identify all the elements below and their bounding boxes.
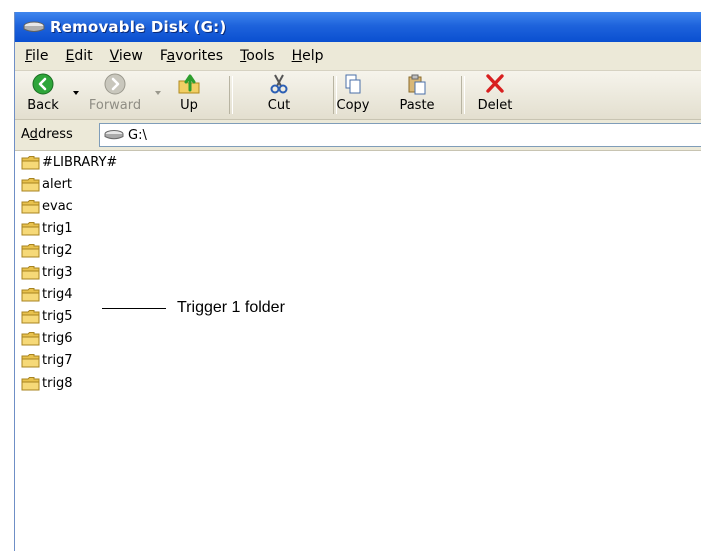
folder-name: alert: [42, 176, 73, 192]
copy-label: Copy: [336, 98, 370, 113]
folder-name: trig8: [42, 375, 73, 391]
back-button[interactable]: Back: [21, 73, 65, 117]
toolbar: Back Forward Up Cut Copy Paste Delet: [15, 71, 701, 120]
cut-button[interactable]: Cut: [257, 73, 301, 117]
menu-file[interactable]: File: [25, 48, 48, 64]
back-dropdown-icon[interactable]: [73, 91, 79, 95]
up-button[interactable]: Up: [167, 73, 211, 117]
folder-name: #LIBRARY#: [42, 154, 118, 170]
folder-name: evac: [42, 198, 73, 214]
back-arrow-icon: [32, 73, 54, 95]
menu-help[interactable]: Help: [292, 48, 324, 64]
up-folder-icon: [178, 74, 200, 94]
folder-name: trig6: [42, 331, 73, 347]
folder-icon: [21, 177, 40, 192]
forward-dropdown-icon[interactable]: [155, 91, 161, 95]
forward-arrow-icon: [104, 73, 126, 95]
folder-icon: [21, 155, 40, 169]
folder-item[interactable]: trig2: [21, 241, 73, 259]
paste-label: Paste: [399, 98, 435, 113]
menu-favorites[interactable]: Favorites: [160, 48, 223, 64]
copy-icon: [345, 74, 361, 94]
folder-item[interactable]: trig8: [21, 374, 73, 392]
scissors-icon: [270, 74, 288, 94]
removable-disk-icon: [104, 130, 124, 140]
annotation-text: Trigger 1 folder: [177, 299, 285, 316]
address-value: G:\: [128, 127, 147, 143]
folder-icon: [21, 221, 40, 236]
cut-label: Cut: [267, 98, 291, 113]
removable-disk-icon: [23, 21, 45, 32]
delete-label: Delet: [477, 98, 513, 113]
folder-icon: [21, 199, 40, 214]
explorer-window: Removable Disk (G:) File Edit View Favor…: [14, 12, 701, 551]
folder-icon: [21, 288, 40, 302]
callout-line: [102, 307, 166, 309]
paste-button[interactable]: Paste: [393, 73, 441, 117]
folder-item[interactable]: #LIBRARY#: [21, 153, 117, 171]
up-label: Up: [180, 98, 198, 113]
folder-icon: [21, 354, 40, 368]
forward-button[interactable]: Forward: [83, 73, 147, 117]
folder-icon: [21, 243, 40, 258]
menu-tools[interactable]: Tools: [240, 48, 275, 64]
menu-edit[interactable]: Edit: [65, 48, 92, 64]
back-label: Back: [27, 98, 59, 113]
address-bar: Address G:\: [15, 120, 701, 151]
menu-bar: File Edit View Favorites Tools Help: [15, 42, 701, 71]
folder-item[interactable]: trig5: [21, 308, 73, 326]
folder-name: trig1: [42, 220, 73, 236]
menu-view[interactable]: View: [110, 48, 143, 64]
copy-button[interactable]: Copy: [329, 73, 377, 117]
folder-icon: [21, 266, 40, 280]
folder-item[interactable]: evac: [21, 197, 73, 215]
address-input[interactable]: G:\: [99, 123, 701, 147]
folder-item[interactable]: trig6: [21, 330, 73, 348]
forward-label: Forward: [88, 98, 142, 113]
annotation-callout: Trigger 1 folder: [102, 299, 285, 317]
address-label: Address: [21, 127, 73, 142]
delete-x-icon: [486, 74, 504, 93]
folder-name: trig4: [42, 287, 73, 303]
folder-icon: [21, 310, 40, 324]
folder-item[interactable]: trig1: [21, 219, 73, 237]
toolbar-separator: [461, 76, 465, 114]
title-bar[interactable]: Removable Disk (G:): [15, 12, 701, 42]
toolbar-separator: [229, 76, 233, 114]
folder-icon: [21, 376, 40, 390]
folder-icon: [21, 332, 40, 346]
folder-item[interactable]: trig3: [21, 264, 73, 282]
folder-name: trig7: [42, 353, 73, 369]
folder-item[interactable]: alert: [21, 175, 72, 193]
folder-name: trig5: [42, 309, 73, 325]
folder-item[interactable]: trig4: [21, 286, 73, 304]
delete-button[interactable]: Delet: [475, 73, 515, 117]
window-title: Removable Disk (G:): [50, 18, 227, 36]
folder-name: trig2: [42, 242, 73, 258]
file-list: #LIBRARY# alert evac trig1 trig2 trig3 trig4 tr…: [15, 151, 701, 551]
folder-item[interactable]: trig7: [21, 352, 73, 370]
folder-name: trig3: [42, 265, 73, 280]
paste-icon: [408, 74, 426, 95]
